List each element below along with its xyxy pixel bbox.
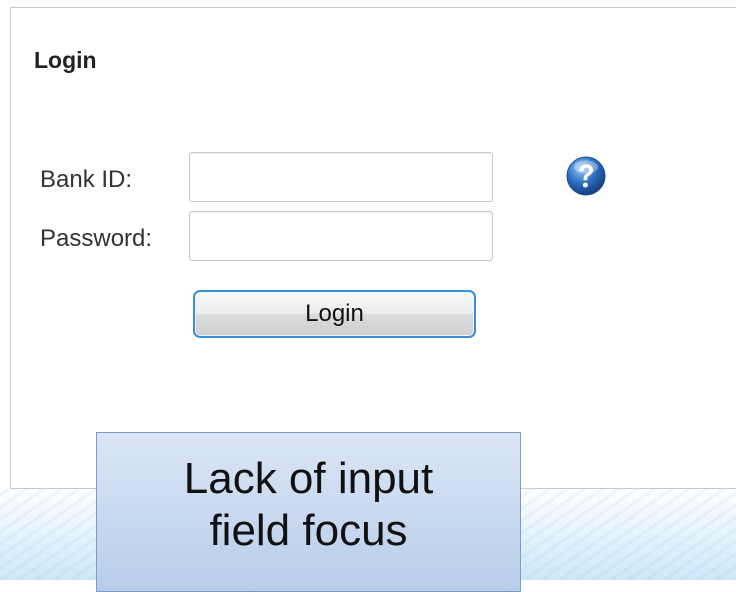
password-label: Password: xyxy=(40,225,153,252)
callout-line-1: Lack of input xyxy=(183,454,434,503)
password-input[interactable] xyxy=(189,211,493,261)
help-icon[interactable] xyxy=(564,154,608,198)
bank-id-label: Bank ID: xyxy=(40,166,133,193)
bank-id-input[interactable] xyxy=(189,152,493,202)
callout-line-2: field focus xyxy=(209,506,408,555)
login-title: Login xyxy=(34,47,97,73)
login-button[interactable]: Login xyxy=(193,290,476,338)
annotation-callout: Lack of input field focus xyxy=(96,432,521,592)
